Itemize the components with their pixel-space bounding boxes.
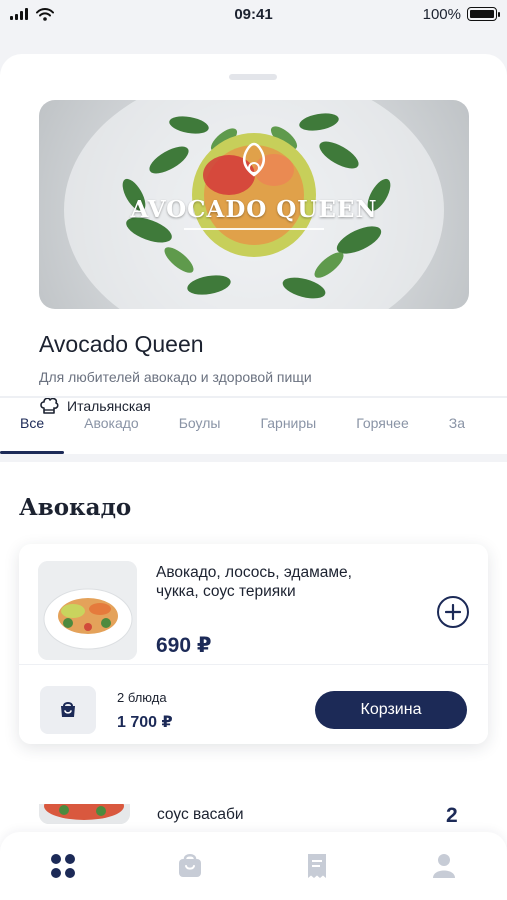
wifi-icon xyxy=(36,7,54,21)
tab-hot[interactable]: Горячее xyxy=(336,398,429,454)
section-separator xyxy=(0,454,507,462)
nav-profile[interactable] xyxy=(426,848,462,884)
cart-item-count: 2 блюда xyxy=(117,690,167,705)
restaurant-hero-image: AVOCADO QUEEN xyxy=(39,100,469,309)
cart-total: 1 700 ₽ xyxy=(117,714,173,731)
plus-icon xyxy=(445,604,461,620)
tab-avocado[interactable]: Авокадо xyxy=(64,398,159,454)
nav-orders[interactable] xyxy=(299,848,335,884)
section-title: Авокадо xyxy=(19,494,132,521)
status-right: 100% xyxy=(377,5,500,23)
list-item[interactable]: соус васаби 2 xyxy=(0,804,507,834)
dish-name: Авокадо, лосось, эдамаме, чукка, соус те… xyxy=(156,564,352,600)
dish-card[interactable]: Авокадо, лосось, эдамаме, чукка, соус те… xyxy=(19,544,488,744)
user-icon xyxy=(432,854,455,878)
nav-catalog[interactable] xyxy=(45,848,81,884)
grid-icon xyxy=(51,854,76,878)
tab-sides[interactable]: Гарниры xyxy=(240,398,336,454)
next-dish-quantity: 2 xyxy=(446,804,458,827)
tab-all[interactable]: Все xyxy=(0,398,65,454)
add-to-cart-button[interactable] xyxy=(437,596,469,628)
status-bar: 09:41 100% xyxy=(0,0,507,28)
hero-logo-text: AVOCADO QUEEN xyxy=(130,196,378,223)
tab-bowls[interactable]: Боулы xyxy=(159,398,241,454)
dish-price: 690 ₽ xyxy=(156,634,212,657)
next-dish-name: соус васаби xyxy=(157,806,244,823)
battery-icon xyxy=(467,7,500,21)
restaurant-name: Avocado Queen xyxy=(39,331,204,357)
bottom-navigation xyxy=(0,832,507,900)
status-time: 09:41 xyxy=(234,5,273,23)
dish-image xyxy=(38,561,137,660)
cart-summary-bar: 2 блюда 1 700 ₽ Корзина xyxy=(19,664,488,744)
nav-cart[interactable] xyxy=(172,848,208,884)
cart-button[interactable]: Корзина xyxy=(315,691,467,729)
battery-percent: 100% xyxy=(422,5,461,23)
next-dish-image xyxy=(39,804,130,824)
category-tabs: Все Авокадо Боулы Гарниры Горячее За xyxy=(0,398,507,454)
status-left xyxy=(10,7,130,21)
cellular-signal-icon xyxy=(10,8,28,20)
bag-icon xyxy=(179,854,202,877)
restaurant-sheet: AVOCADO QUEEN Avocado Queen Для любителе… xyxy=(0,54,507,900)
sheet-grabber[interactable] xyxy=(229,74,277,80)
receipt-icon xyxy=(307,854,326,878)
basket-icon xyxy=(61,702,75,717)
restaurant-description: Для любителей авокадо и здоровой пищи xyxy=(39,369,312,385)
cart-icon-box[interactable] xyxy=(40,686,96,734)
tab-more[interactable]: За xyxy=(429,398,485,454)
